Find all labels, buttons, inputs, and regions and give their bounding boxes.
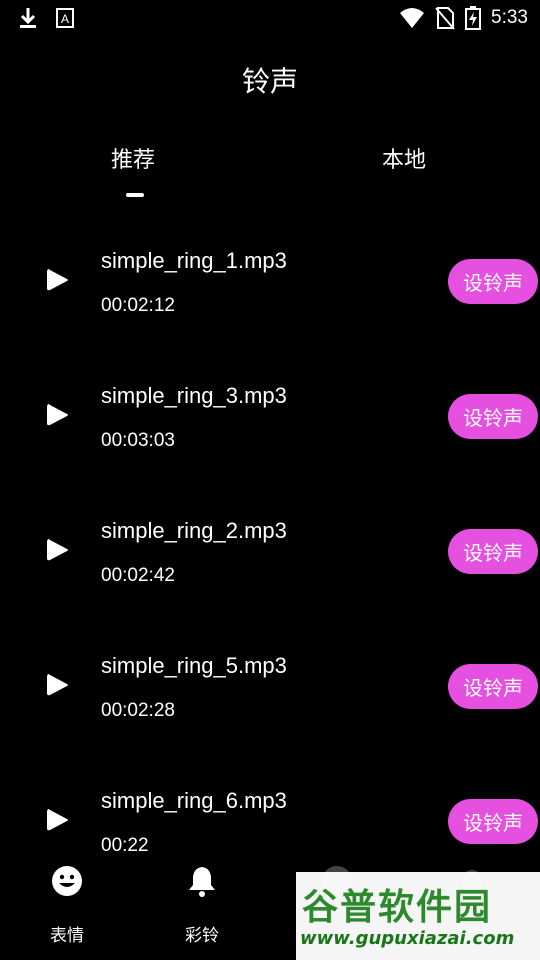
battery-charging-icon <box>465 6 482 30</box>
ring-name: simple_ring_1.mp3 <box>101 248 287 273</box>
list-item: simple_ring_5.mp3 00:02:28 设铃声 <box>0 633 540 768</box>
text-notification-icon: A <box>56 8 74 28</box>
wifi-icon <box>400 8 425 28</box>
ring-duration: 00:02:28 <box>101 700 175 721</box>
set-ringtone-button[interactable]: 设铃声 <box>448 259 538 304</box>
set-ringtone-button[interactable]: 设铃声 <box>448 799 538 844</box>
ring-duration: 00:02:42 <box>101 565 175 586</box>
list-item: simple_ring_1.mp3 00:02:12 设铃声 <box>0 228 540 363</box>
set-ringtone-button[interactable]: 设铃声 <box>448 529 538 574</box>
tab-indicator <box>126 193 144 197</box>
svg-text:A: A <box>61 12 69 26</box>
tab-local[interactable]: 本地 <box>382 142 426 174</box>
nav-item-emoji[interactable]: 表情 <box>17 863 117 946</box>
ringtone-list: simple_ring_1.mp3 00:02:12 设铃声 simple_ri… <box>0 228 540 903</box>
ring-name: simple_ring_3.mp3 <box>101 383 287 408</box>
list-item: simple_ring_2.mp3 00:02:42 设铃声 <box>0 498 540 633</box>
ring-duration: 00:02:12 <box>101 295 175 316</box>
play-icon[interactable] <box>44 401 70 429</box>
no-sim-icon <box>435 7 455 30</box>
play-icon[interactable] <box>44 536 70 564</box>
smiley-icon <box>52 866 82 896</box>
watermark: 谷普软件园 www.gupuxiazai.com <box>296 872 540 960</box>
list-item: simple_ring_3.mp3 00:03:03 设铃声 <box>0 363 540 498</box>
bell-icon <box>189 867 215 897</box>
download-icon <box>20 8 36 28</box>
tab-recommended[interactable]: 推荐 <box>111 142 155 174</box>
status-time: 5:33 <box>491 7 528 28</box>
nav-label: 彩铃 <box>185 926 219 946</box>
set-ringtone-button[interactable]: 设铃声 <box>448 394 538 439</box>
watermark-title: 谷普软件园 <box>302 887 493 928</box>
page-title: 铃声 <box>241 65 298 98</box>
play-icon[interactable] <box>44 671 70 699</box>
watermark-url: www.gupuxiazai.com <box>300 928 515 949</box>
status-bar: A 5:33 <box>0 0 540 36</box>
play-icon[interactable] <box>44 806 70 834</box>
ring-duration: 00:22 <box>101 835 149 856</box>
nav-item-ringtone[interactable]: 彩铃 <box>152 863 252 946</box>
ring-name: simple_ring_6.mp3 <box>101 788 287 813</box>
ring-duration: 00:03:03 <box>101 430 175 451</box>
nav-label: 表情 <box>50 926 84 946</box>
play-icon[interactable] <box>44 266 70 294</box>
set-ringtone-button[interactable]: 设铃声 <box>448 664 538 709</box>
ring-name: simple_ring_2.mp3 <box>101 518 287 543</box>
ring-name: simple_ring_5.mp3 <box>101 653 287 678</box>
